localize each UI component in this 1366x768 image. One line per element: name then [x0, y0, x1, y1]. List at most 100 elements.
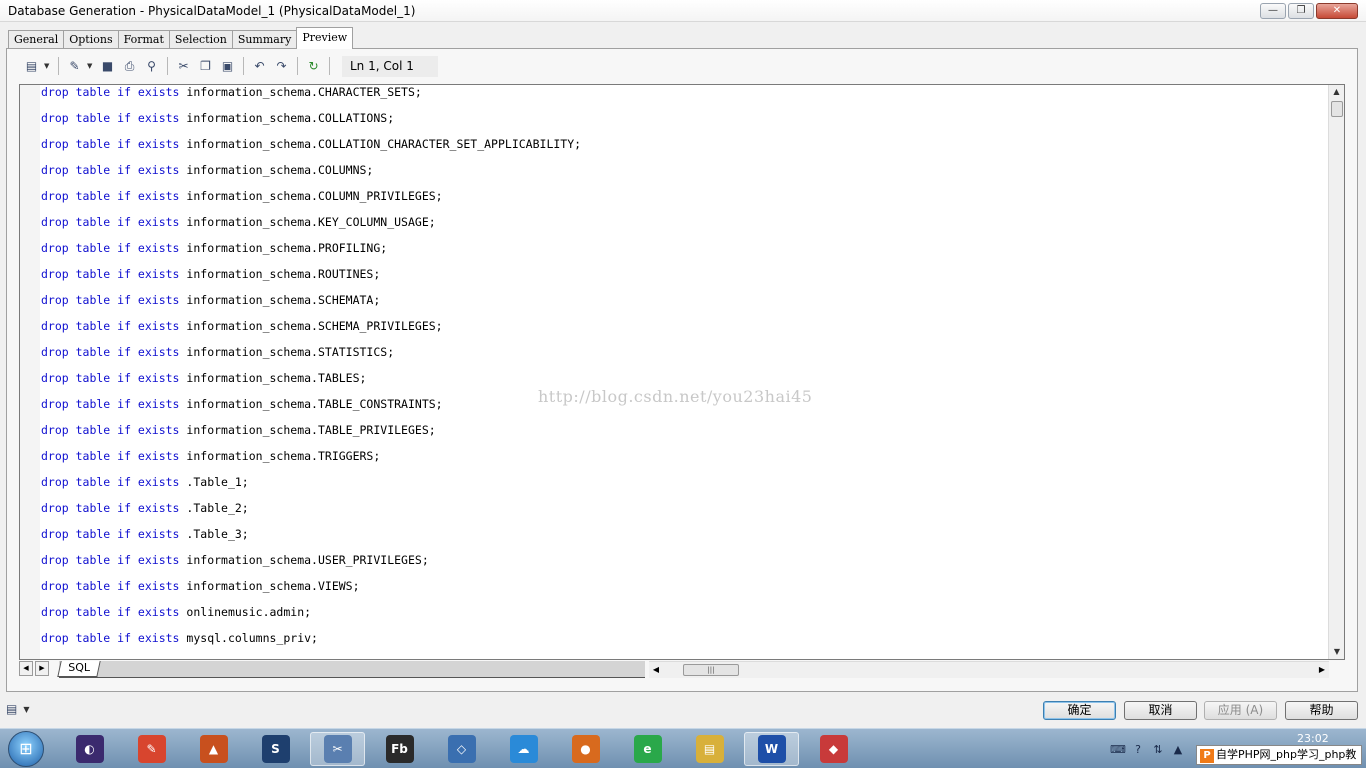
save-icon[interactable]: ■ — [98, 57, 117, 76]
table-name: information_schema.USER_PRIVILEGES; — [186, 553, 429, 567]
code-line: drop table if exists mysql.columns_priv; — [41, 631, 581, 657]
tab-preview[interactable]: Preview — [296, 27, 354, 49]
code-line: drop table if exists onlinemusic.admin; — [41, 605, 581, 631]
refresh-icon[interactable]: ↻ — [304, 57, 323, 76]
sheet-bar: ◀ ▶ SQL ◀ ||| ▶ — [19, 661, 1345, 678]
cancel-button[interactable]: 取消 — [1124, 701, 1197, 720]
scroll-right-icon[interactable]: ▶ — [1315, 662, 1329, 678]
redo-icon[interactable]: ↷ — [272, 57, 291, 76]
edit-properties-dropdown-icon[interactable]: ▼ — [87, 62, 95, 70]
print-icon[interactable]: ⎙ — [120, 57, 139, 76]
vertical-scrollbar[interactable]: ▲ ▼ — [1328, 85, 1344, 659]
horizontal-scroll-thumb[interactable]: ||| — [683, 664, 739, 676]
taskbar-item-paint-app[interactable]: ◆ — [806, 732, 861, 766]
cut-icon[interactable]: ✂ — [174, 57, 193, 76]
notification-popup[interactable]: P 自学PHP网_php学习_php教 — [1196, 745, 1362, 765]
sql-keyword: drop table if exists — [41, 345, 180, 359]
edit-properties-icon[interactable]: ✎ — [65, 57, 84, 76]
options-dropdown-icon[interactable]: ▼ — [23, 705, 29, 714]
minimize-button[interactable]: — — [1260, 2, 1286, 19]
undo-icon[interactable]: ↶ — [250, 57, 269, 76]
table-name: information_schema.CHARACTER_SETS; — [186, 85, 422, 99]
toolbar-separator — [243, 57, 244, 75]
code-line: drop table if exists information_schema.… — [41, 579, 581, 605]
sql-keyword: drop table if exists — [41, 241, 180, 255]
taskbar-item-virtualbox[interactable]: ◇ — [434, 732, 489, 766]
clock[interactable]: 23:02 — [1297, 732, 1329, 745]
taskbar-item-eclipse[interactable]: ◐ — [62, 732, 117, 766]
sql-editor[interactable]: drop table if exists information_schema.… — [19, 84, 1345, 660]
sql-keyword: drop table if exists — [41, 475, 180, 489]
scroll-up-icon[interactable]: ▲ — [1329, 85, 1344, 99]
close-button[interactable]: ✕ — [1316, 2, 1358, 19]
taskbar-item-notepad[interactable]: ✎ — [124, 732, 179, 766]
scroll-down-icon[interactable]: ▼ — [1329, 645, 1344, 659]
taskbar: ⊞ ⌨ ? ⇅ ▲ ◐ ✎ ▲ S ✂ Fb ◇ ☁ ● e ▤ W ◆ — [0, 728, 1366, 768]
view-mode-dropdown-icon[interactable]: ▼ — [44, 62, 52, 70]
window-controls: — ❐ ✕ — [1260, 2, 1366, 19]
footer-options: ▤ ▼ — [6, 702, 30, 716]
sheet-prev-icon[interactable]: ◀ — [19, 661, 33, 676]
powerdesigner-icon: ✂ — [323, 735, 352, 763]
taskbar-item-cloud-app[interactable]: ☁ — [496, 732, 551, 766]
tab-options[interactable]: Options — [63, 30, 119, 49]
toolbar-separator — [167, 57, 168, 75]
options-icon[interactable]: ▤ — [6, 702, 17, 716]
find-icon[interactable]: ⚲ — [142, 57, 161, 76]
network-icon[interactable]: ⇅ — [1150, 743, 1166, 756]
vertical-scroll-thumb[interactable] — [1331, 101, 1343, 117]
sql-keyword: drop table if exists — [41, 137, 180, 151]
sql-code[interactable]: drop table if exists information_schema.… — [41, 85, 581, 657]
tab-general[interactable]: General — [8, 30, 65, 49]
show-hidden-icons[interactable]: ▲ — [1170, 743, 1186, 756]
taskbar-item-firefox[interactable]: ● — [558, 732, 613, 766]
code-line: drop table if exists information_schema.… — [41, 371, 581, 397]
taskbar-item-explorer[interactable]: ▤ — [682, 732, 737, 766]
sql-keyword: drop table if exists — [41, 215, 180, 229]
tab-summary[interactable]: Summary — [231, 30, 298, 49]
code-line: drop table if exists information_schema.… — [41, 111, 581, 137]
copy-icon[interactable]: ❐ — [196, 57, 215, 76]
scroll-left-icon[interactable]: ◀ — [649, 662, 663, 678]
table-name: information_schema.SCHEMA_PRIVILEGES; — [186, 319, 443, 333]
taskbar-item-word[interactable]: W — [744, 732, 799, 766]
maximize-button[interactable]: ❐ — [1288, 2, 1314, 19]
paste-icon[interactable]: ▣ — [218, 57, 237, 76]
table-name: information_schema.COLUMN_PRIVILEGES; — [186, 189, 443, 203]
taskbar-item-powerdesigner[interactable]: ✂ — [310, 732, 365, 766]
notepad-icon: ✎ — [137, 735, 166, 763]
title-bar: Database Generation - PhysicalDataModel_… — [0, 0, 1366, 22]
cursor-position: Ln 1, Col 1 — [342, 55, 438, 77]
table-name: information_schema.ROUTINES; — [186, 267, 381, 281]
taskbar-item-ie-browser[interactable]: e — [620, 732, 675, 766]
sheet-next-icon[interactable]: ▶ — [35, 661, 49, 676]
tab-format[interactable]: Format — [117, 30, 170, 49]
eclipse-icon: ◐ — [75, 735, 104, 763]
keyboard-icon[interactable]: ⌨ — [1110, 743, 1126, 756]
tab-sql[interactable]: SQL — [57, 661, 101, 677]
code-line: drop table if exists information_schema.… — [41, 189, 581, 215]
start-button[interactable]: ⊞ — [8, 731, 44, 767]
code-line: drop table if exists information_schema.… — [41, 215, 581, 241]
sql-keyword: drop table if exists — [41, 423, 180, 437]
table-name: information_schema.SCHEMATA; — [186, 293, 381, 307]
code-line: drop table if exists information_schema.… — [41, 553, 581, 579]
tab-selection[interactable]: Selection — [168, 30, 233, 49]
apply-button[interactable]: 应用 (A) — [1204, 701, 1277, 720]
taskbar-item-sql-tool[interactable]: S — [248, 732, 303, 766]
help-button[interactable]: 帮助 — [1285, 701, 1358, 720]
editor-toolbar: ▤ ▼ ✎ ▼ ■ ⎙ ⚲ ✂ ❐ ▣ ↶ ↷ ↻ Ln 1, Col 1 — [22, 55, 438, 77]
cloud-app-icon: ☁ — [509, 735, 538, 763]
code-line: drop table if exists information_schema.… — [41, 345, 581, 371]
code-line: drop table if exists information_schema.… — [41, 319, 581, 345]
horizontal-scrollbar[interactable]: ◀ ||| ▶ — [649, 661, 1329, 678]
sheet-tab-area: SQL — [57, 661, 645, 678]
ok-button[interactable]: 确定 — [1043, 701, 1116, 720]
sql-keyword: drop table if exists — [41, 111, 180, 125]
taskbar-item-matlab[interactable]: ▲ — [186, 732, 241, 766]
view-mode-icon[interactable]: ▤ — [22, 57, 41, 76]
sql-keyword: drop table if exists — [41, 85, 180, 99]
help-tray-icon[interactable]: ? — [1130, 743, 1146, 756]
table-name: information_schema.COLUMNS; — [186, 163, 374, 177]
taskbar-item-flash-builder[interactable]: Fb — [372, 732, 427, 766]
